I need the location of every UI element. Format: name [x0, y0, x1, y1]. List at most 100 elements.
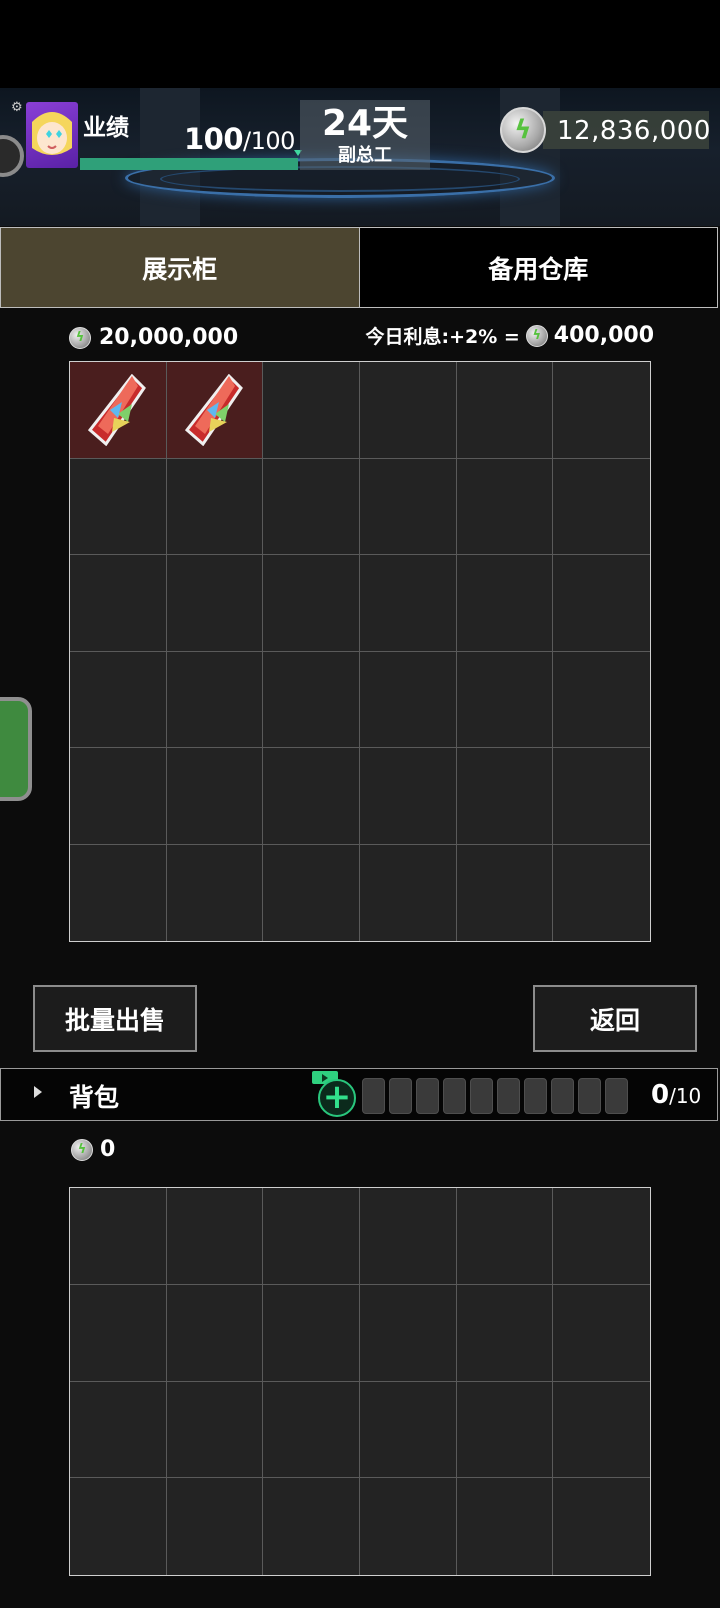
locked-slot-icon: [470, 1078, 493, 1114]
grid-cell[interactable]: [456, 1284, 554, 1382]
display-cabinet-grid: [69, 361, 651, 942]
grid-cell[interactable]: [263, 1188, 360, 1285]
performance-max: /100: [243, 127, 295, 155]
lightning-coin-icon: ϟ: [71, 1138, 93, 1161]
locked-slot-icon: [524, 1078, 547, 1114]
locked-slot-icon: [551, 1078, 574, 1114]
tab-display-cabinet[interactable]: 展示柜: [0, 227, 360, 308]
day-rank-panel: 24天 副总工: [300, 100, 430, 170]
backpack-grid: [69, 1187, 651, 1576]
lightning-coin-icon: ϟ: [500, 107, 546, 153]
grid-cell[interactable]: [457, 1478, 554, 1575]
grid-cell[interactable]: [166, 555, 264, 652]
locked-slot-icon: [389, 1078, 412, 1114]
grid-cell[interactable]: [359, 1284, 457, 1382]
avatar-character-icon: [32, 112, 72, 155]
grid-cell[interactable]: [359, 1188, 457, 1285]
grid-cell[interactable]: [263, 748, 360, 845]
grid-cell[interactable]: [360, 844, 457, 941]
grid-cell[interactable]: [166, 458, 264, 555]
red-crystal-icon: [88, 374, 146, 446]
grid-cell[interactable]: [166, 1381, 264, 1479]
grid-cell[interactable]: [553, 362, 650, 459]
backpack-capacity: /10: [669, 1084, 702, 1108]
grid-cell[interactable]: [553, 748, 650, 845]
grid-cell[interactable]: [167, 1478, 264, 1575]
grid-cell[interactable]: [456, 1381, 554, 1479]
grid-cell[interactable]: [70, 362, 167, 459]
grid-cell[interactable]: [456, 748, 554, 845]
backpack-slot-indicators: [362, 1078, 628, 1114]
grid-cell[interactable]: [263, 844, 360, 941]
side-panel-toggle[interactable]: [0, 697, 32, 801]
daily-interest: 今日利息:+2% = ϟ 400,000: [365, 322, 654, 349]
grid-cell[interactable]: [263, 555, 360, 652]
performance-label: 业绩: [83, 115, 129, 141]
grid-cell[interactable]: [553, 555, 650, 652]
grid-cell[interactable]: [166, 651, 264, 748]
grid-cell[interactable]: [553, 845, 650, 942]
grid-cell[interactable]: [263, 1478, 360, 1575]
grid-cell[interactable]: [360, 1478, 457, 1575]
grid-cell[interactable]: [70, 458, 167, 555]
grid-cell[interactable]: [456, 651, 554, 748]
rank-title: 副总工: [338, 145, 392, 166]
grid-cell[interactable]: [70, 1478, 167, 1575]
grid-cell[interactable]: [359, 362, 457, 459]
grid-cell[interactable]: [359, 555, 457, 652]
locked-slot-icon: [362, 1078, 385, 1114]
status-bar-area: [0, 0, 720, 88]
grid-cell[interactable]: [70, 748, 167, 845]
grid-cell[interactable]: [166, 1188, 264, 1285]
grid-cell[interactable]: [359, 651, 457, 748]
grid-cell[interactable]: [70, 1381, 167, 1479]
player-avatar[interactable]: [26, 102, 78, 168]
grid-cell[interactable]: [456, 458, 554, 555]
grid-cell[interactable]: [553, 652, 650, 748]
add-slot-button[interactable]: +: [318, 1079, 356, 1117]
grid-cell[interactable]: [553, 1285, 650, 1382]
performance-value: 100/100: [184, 122, 295, 156]
background-pillar: [140, 88, 200, 226]
bulk-sell-button[interactable]: 批量出售: [33, 985, 197, 1052]
grid-cell[interactable]: [263, 1284, 360, 1382]
interest-label: 今日利息:+2% =: [365, 326, 520, 348]
locked-slot-icon: [578, 1078, 601, 1114]
locked-slot-icon: [497, 1078, 520, 1114]
grid-cell[interactable]: [456, 1188, 554, 1285]
performance-current: 100: [184, 122, 244, 156]
grid-cell[interactable]: [70, 1188, 167, 1285]
grid-cell[interactable]: [70, 844, 167, 941]
grid-cell[interactable]: [359, 1381, 457, 1479]
settings-gear-icon[interactable]: ⚙: [11, 101, 25, 115]
grid-cell[interactable]: [263, 458, 360, 555]
grid-cell[interactable]: [553, 1478, 650, 1575]
performance-bar: [80, 158, 298, 170]
grid-cell[interactable]: [70, 1284, 167, 1382]
grid-cell[interactable]: [166, 362, 264, 459]
backpack-count-current: 0: [651, 1080, 670, 1110]
grid-cell[interactable]: [359, 748, 457, 845]
grid-cell[interactable]: [70, 555, 167, 652]
back-button[interactable]: 返回: [533, 985, 697, 1052]
grid-cell[interactable]: [166, 748, 264, 845]
grid-cell[interactable]: [553, 1188, 650, 1285]
grid-cell[interactable]: [553, 459, 650, 555]
grid-cell[interactable]: [70, 651, 167, 748]
backpack-count: 0/10: [651, 1080, 701, 1110]
locked-slot-icon: [605, 1078, 628, 1114]
grid-cell[interactable]: [263, 1381, 360, 1479]
grid-cell[interactable]: [359, 458, 457, 555]
grid-cell[interactable]: [166, 1284, 264, 1382]
tab-spare-warehouse[interactable]: 备用仓库: [359, 227, 718, 308]
expand-arrow-icon[interactable]: [34, 1086, 42, 1098]
grid-cell[interactable]: [456, 362, 554, 459]
grid-cell[interactable]: [553, 1382, 650, 1479]
grid-cell[interactable]: [263, 362, 360, 459]
grid-cell[interactable]: [457, 844, 554, 941]
performance-bar-fill: [80, 158, 298, 170]
grid-cell[interactable]: [167, 844, 264, 941]
backpack-balance-value: 0: [100, 1137, 116, 1162]
grid-cell[interactable]: [456, 555, 554, 652]
grid-cell[interactable]: [263, 651, 360, 748]
